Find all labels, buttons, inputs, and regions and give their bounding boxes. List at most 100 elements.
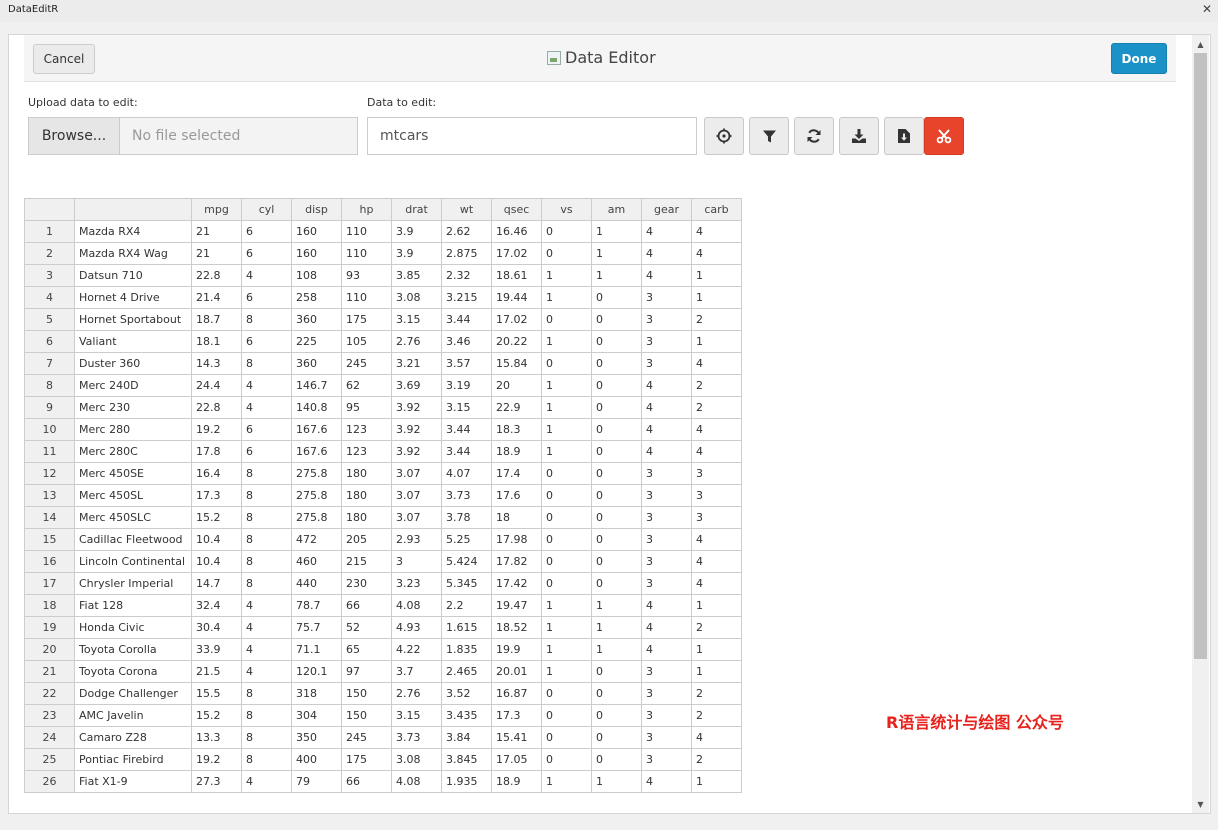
table-cell[interactable]: 62 <box>341 374 392 397</box>
table-cell[interactable]: 4 <box>241 616 292 639</box>
table-cell[interactable]: 97 <box>341 660 392 683</box>
table-cell[interactable]: 215 <box>341 550 392 573</box>
row-name-cell[interactable]: Cadillac Fleetwood <box>74 528 192 551</box>
table-cell[interactable]: 4 <box>691 440 742 463</box>
table-cell[interactable]: 5.25 <box>441 528 492 551</box>
table-cell[interactable]: 1.835 <box>441 638 492 661</box>
table-cell[interactable]: 6 <box>241 330 292 353</box>
table-cell[interactable]: 3.07 <box>391 506 442 529</box>
table-cell[interactable]: 17.42 <box>491 572 542 595</box>
table-cell[interactable]: 2 <box>691 396 742 419</box>
table-cell[interactable]: 0 <box>541 462 592 485</box>
table-cell[interactable]: 2.76 <box>391 330 442 353</box>
table-cell[interactable]: 17.3 <box>491 704 542 727</box>
table-cell[interactable]: 0 <box>541 572 592 595</box>
table-cell[interactable]: 3 <box>641 726 692 749</box>
table-cell[interactable]: 3.215 <box>441 286 492 309</box>
table-cell[interactable]: 0 <box>591 726 642 749</box>
column-header[interactable]: drat <box>391 198 442 221</box>
table-cell[interactable]: 4 <box>691 528 742 551</box>
cancel-button[interactable]: Cancel <box>33 44 95 74</box>
table-cell[interactable]: 3.08 <box>391 748 442 771</box>
column-header[interactable]: disp <box>291 198 342 221</box>
table-cell[interactable]: 3.21 <box>391 352 442 375</box>
table-cell[interactable]: 2 <box>691 374 742 397</box>
table-cell[interactable]: 225 <box>291 330 342 353</box>
table-cell[interactable]: 27.3 <box>191 770 242 793</box>
table-cell[interactable]: 75.7 <box>291 616 342 639</box>
table-cell[interactable]: 0 <box>591 660 642 683</box>
table-cell[interactable]: 3.9 <box>391 242 442 265</box>
table-cell[interactable]: 350 <box>291 726 342 749</box>
table-cell[interactable]: 3.15 <box>391 704 442 727</box>
table-cell[interactable]: 4 <box>641 616 692 639</box>
table-cell[interactable]: 110 <box>341 220 392 243</box>
table-cell[interactable]: 2.76 <box>391 682 442 705</box>
row-name-cell[interactable]: Toyota Corolla <box>74 638 192 661</box>
select-data-button[interactable] <box>704 117 744 155</box>
column-header[interactable]: wt <box>441 198 492 221</box>
table-cell[interactable]: 3 <box>641 506 692 529</box>
table-cell[interactable]: 21 <box>191 220 242 243</box>
table-cell[interactable]: 4 <box>641 440 692 463</box>
row-number[interactable]: 5 <box>24 308 75 331</box>
table-cell[interactable]: 65 <box>341 638 392 661</box>
table-cell[interactable]: 1 <box>541 396 592 419</box>
table-cell[interactable]: 79 <box>291 770 342 793</box>
table-cell[interactable]: 3 <box>391 550 442 573</box>
row-number[interactable]: 18 <box>24 594 75 617</box>
row-name-cell[interactable]: Merc 450SLC <box>74 506 192 529</box>
column-header[interactable] <box>24 198 75 221</box>
table-cell[interactable]: 4 <box>241 264 292 287</box>
table-cell[interactable]: 22.8 <box>191 264 242 287</box>
table-cell[interactable]: 3.69 <box>391 374 442 397</box>
table-cell[interactable]: 3 <box>691 462 742 485</box>
row-name-cell[interactable]: Mazda RX4 Wag <box>74 242 192 265</box>
table-cell[interactable]: 160 <box>291 242 342 265</box>
table-cell[interactable]: 17.05 <box>491 748 542 771</box>
table-cell[interactable]: 15.2 <box>191 704 242 727</box>
row-number[interactable]: 11 <box>24 440 75 463</box>
table-cell[interactable]: 21 <box>191 242 242 265</box>
table-cell[interactable]: 8 <box>241 528 292 551</box>
table-cell[interactable]: 3.78 <box>441 506 492 529</box>
table-cell[interactable]: 4 <box>691 352 742 375</box>
row-number[interactable]: 9 <box>24 396 75 419</box>
table-cell[interactable]: 18.52 <box>491 616 542 639</box>
table-cell[interactable]: 4 <box>691 242 742 265</box>
table-cell[interactable]: 4 <box>691 550 742 573</box>
table-cell[interactable]: 3.46 <box>441 330 492 353</box>
table-cell[interactable]: 304 <box>291 704 342 727</box>
row-number[interactable]: 6 <box>24 330 75 353</box>
table-cell[interactable]: 275.8 <box>291 462 342 485</box>
table-cell[interactable]: 6 <box>241 242 292 265</box>
table-cell[interactable]: 14.7 <box>191 572 242 595</box>
table-cell[interactable]: 1 <box>591 594 642 617</box>
row-number[interactable]: 21 <box>24 660 75 683</box>
table-cell[interactable]: 33.9 <box>191 638 242 661</box>
table-cell[interactable]: 21.4 <box>191 286 242 309</box>
table-cell[interactable]: 180 <box>341 506 392 529</box>
table-cell[interactable]: 66 <box>341 594 392 617</box>
table-cell[interactable]: 4 <box>691 572 742 595</box>
table-cell[interactable]: 150 <box>341 682 392 705</box>
table-cell[interactable]: 205 <box>341 528 392 551</box>
table-cell[interactable]: 20.22 <box>491 330 542 353</box>
row-number[interactable]: 25 <box>24 748 75 771</box>
row-number[interactable]: 12 <box>24 462 75 485</box>
table-cell[interactable]: 2.32 <box>441 264 492 287</box>
table-cell[interactable]: 3 <box>691 484 742 507</box>
table-cell[interactable]: 66 <box>341 770 392 793</box>
table-cell[interactable]: 8 <box>241 484 292 507</box>
table-cell[interactable]: 16.4 <box>191 462 242 485</box>
column-header[interactable]: am <box>591 198 642 221</box>
table-cell[interactable]: 150 <box>341 704 392 727</box>
table-cell[interactable]: 10.4 <box>191 550 242 573</box>
table-cell[interactable]: 2 <box>691 308 742 331</box>
table-cell[interactable]: 0 <box>591 572 642 595</box>
scroll-up-arrow-icon[interactable]: ▲ <box>1192 37 1209 51</box>
done-button[interactable]: Done <box>1111 43 1167 74</box>
table-cell[interactable]: 3.85 <box>391 264 442 287</box>
table-cell[interactable]: 146.7 <box>291 374 342 397</box>
row-number[interactable]: 3 <box>24 264 75 287</box>
